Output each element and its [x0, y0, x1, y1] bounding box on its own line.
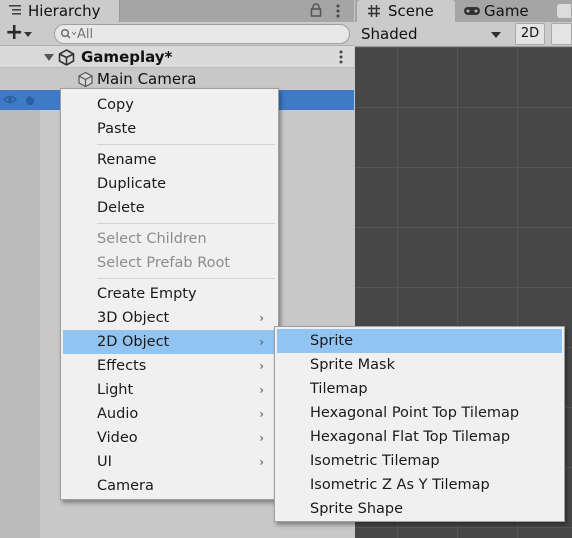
fold-arrow-icon[interactable] — [44, 54, 54, 61]
menu-separator — [97, 144, 275, 145]
scene-row[interactable]: Gameplay* — [0, 46, 354, 68]
create-button[interactable]: + — [4, 20, 36, 45]
shading-mode-dropdown[interactable]: Shaded — [355, 22, 507, 46]
hierarchy-tab-bar: Hierarchy — [0, 0, 354, 22]
scene-name: Gameplay* — [81, 48, 173, 66]
unity-scene-icon — [58, 49, 75, 66]
context-menu: Copy Paste Rename Duplicate Delete Selec… — [60, 88, 279, 500]
menu-item-label: UI — [97, 454, 112, 470]
plus-icon: + — [5, 20, 24, 45]
menu-item-sprite[interactable]: Sprite — [277, 329, 562, 353]
chevron-right-icon: › — [259, 455, 264, 469]
chevron-right-icon: › — [259, 431, 264, 445]
visibility-gutter — [0, 110, 40, 538]
menu-item-tilemap[interactable]: Tilemap — [277, 377, 562, 401]
kebab-menu-icon[interactable] — [333, 3, 343, 19]
tab-hierarchy[interactable]: Hierarchy — [0, 0, 120, 22]
menu-separator — [97, 223, 275, 224]
menu-item-camera[interactable]: Camera — [63, 474, 276, 498]
menu-item-hex-point-top-tilemap[interactable]: Hexagonal Point Top Tilemap — [277, 401, 562, 425]
lighting-toggle-button[interactable] — [551, 23, 572, 45]
scene-menu-icon[interactable] — [336, 49, 346, 65]
menu-item-video[interactable]: Video › — [63, 426, 276, 450]
menu-item-copy[interactable]: Copy — [63, 93, 276, 117]
menu-item-select-children: Select Children — [97, 231, 207, 247]
chevron-right-icon: › — [259, 311, 264, 325]
menu-item-create-empty[interactable]: Create Empty — [63, 282, 276, 306]
tab-game-label: Game — [484, 2, 529, 20]
gamepad-icon — [464, 7, 480, 15]
menu-item-2d-object[interactable]: 2D Object › — [63, 330, 276, 354]
chevron-down-icon — [24, 32, 32, 37]
tab-scene-label: Scene — [388, 2, 434, 20]
chevron-right-icon: › — [259, 359, 264, 373]
menu-item-delete[interactable]: Delete — [63, 196, 276, 220]
tab-overflow[interactable] — [557, 4, 571, 18]
menu-item-light[interactable]: Light › — [63, 378, 276, 402]
menu-item-label: 3D Object — [97, 310, 170, 326]
pickable-hand-icon[interactable] — [24, 94, 36, 106]
chevron-down-icon — [491, 32, 501, 38]
hierarchy-toolbar: + — [0, 20, 354, 46]
scene-toolbar: Shaded 2D — [355, 22, 572, 47]
menu-item-label: 2D Object — [97, 334, 170, 350]
chevron-right-icon: › — [259, 335, 264, 349]
menu-item-label: Video — [97, 430, 138, 446]
menu-item-isometric-z-as-y-tilemap[interactable]: Isometric Z As Y Tilemap — [277, 473, 562, 497]
search-icon — [61, 29, 76, 39]
menu-item-audio[interactable]: Audio › — [63, 402, 276, 426]
list-icon — [9, 5, 21, 15]
tab-game[interactable]: Game — [455, 0, 555, 22]
lock-icon[interactable] — [310, 3, 322, 17]
toggle-2d-button[interactable]: 2D — [515, 23, 545, 45]
menu-item-isometric-tilemap[interactable]: Isometric Tilemap — [277, 449, 562, 473]
gameobject-cube-icon — [78, 71, 93, 88]
menu-item-3d-object[interactable]: 3D Object › — [63, 306, 276, 330]
menu-item-label: Light — [97, 382, 134, 398]
chevron-right-icon: › — [259, 383, 264, 397]
grid-icon — [368, 5, 380, 17]
search-input[interactable] — [77, 26, 337, 42]
menu-item-label: Audio — [97, 406, 139, 422]
scene-tab-bar: Scene Game — [355, 0, 572, 22]
menu-item-sprite-mask[interactable]: Sprite Mask — [277, 353, 562, 377]
list-item-label: Main Camera — [97, 70, 197, 88]
menu-item-ui[interactable]: UI › — [63, 450, 276, 474]
menu-item-label: Effects — [97, 358, 147, 374]
submenu-2d-object: Sprite Sprite Mask Tilemap Hexagonal Poi… — [274, 326, 565, 522]
menu-item-select-prefab-root: Select Prefab Root — [97, 255, 231, 271]
tab-scene[interactable]: Scene — [357, 0, 455, 22]
chevron-right-icon: › — [259, 407, 264, 421]
menu-item-rename[interactable]: Rename — [63, 148, 276, 172]
shading-mode-value: Shaded — [361, 25, 418, 43]
menu-item-paste[interactable]: Paste — [63, 117, 276, 141]
menu-separator — [97, 278, 275, 279]
menu-item-duplicate[interactable]: Duplicate — [63, 172, 276, 196]
search-field[interactable] — [54, 24, 350, 44]
visibility-eye-icon[interactable] — [3, 94, 17, 105]
menu-item-effects[interactable]: Effects › — [63, 354, 276, 378]
tab-hierarchy-label: Hierarchy — [28, 2, 101, 20]
menu-item-sprite-shape[interactable]: Sprite Shape — [277, 497, 562, 521]
list-item[interactable]: Main Camera — [0, 68, 354, 90]
menu-item-hex-flat-top-tilemap[interactable]: Hexagonal Flat Top Tilemap — [277, 425, 562, 449]
